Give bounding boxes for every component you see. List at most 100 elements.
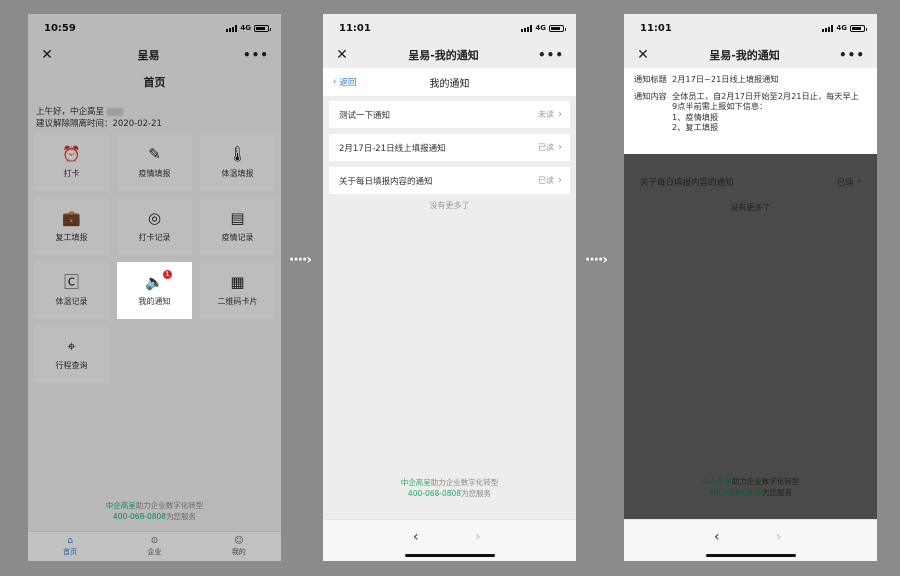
back-arrow-icon[interactable]: ‹ xyxy=(714,529,720,545)
no-more-text: 没有更多了 xyxy=(429,201,470,210)
content-line: 9点半前需上报如下信息： xyxy=(672,101,768,111)
read-status: 未读 xyxy=(538,110,554,119)
tile-label: 二维码卡片 xyxy=(217,297,258,306)
network-label: 4G xyxy=(240,24,251,32)
phone-notification-detail: 11:01 4G ✕ 呈易-我的通知 ••• 通知标题 2月17日~21日线上填… xyxy=(624,14,877,561)
tab-home[interactable]: ⌂ 首页 xyxy=(28,532,112,561)
no-more-text: 没有更多了 xyxy=(730,203,771,212)
hotline: 400-068-0808 xyxy=(112,512,167,521)
tile-epidemic-records[interactable]: ▤ 疫情记录 xyxy=(200,198,275,255)
close-icon[interactable]: ✕ xyxy=(40,47,54,63)
tile-label: 行程查询 xyxy=(55,361,88,370)
tile-temperature-records[interactable]: 🄲 体温记录 xyxy=(34,262,109,319)
tile-label: 体温记录 xyxy=(55,297,88,306)
app-title: 呈易 xyxy=(137,49,160,62)
sub-navigation: ‹ 返回 我的通知 xyxy=(323,68,576,96)
phone-home-screen: 10:59 4G ✕ 呈易 ••• 首页 上午好，中企高呈 建议解除隔离时间：2… xyxy=(28,14,281,561)
greeting-block: 上午好，中企高呈 建议解除隔离时间：2020-02-21 xyxy=(28,96,281,130)
tile-clock-in[interactable]: ⏰ 打卡 xyxy=(34,134,109,191)
enterprise-icon: ⊙ xyxy=(150,536,159,546)
brand-name: 中企高呈 xyxy=(105,501,136,510)
tile-label: 我的通知 xyxy=(138,297,171,306)
footer-brand: 中企高呈助力企业数字化转型 400-068-0808为您服务 xyxy=(624,476,877,498)
network-label: 4G xyxy=(836,24,847,32)
hotline-suffix: 为您服务 xyxy=(166,512,197,521)
content-value: 全体员工，自2月17日开始至2月21日止，每天早上 9点半前需上报如下信息： 1… xyxy=(672,91,867,133)
footer-brand: 中企高呈助力企业数字化转型 400-068-0808为您服务 xyxy=(323,477,576,499)
briefcase-icon: 💼 xyxy=(62,209,81,227)
tile-return-to-work[interactable]: 💼 复工填报 xyxy=(34,198,109,255)
notification-title: 关于每日填报内容的通知 xyxy=(339,176,433,187)
thermometer-icon: 🌡 xyxy=(227,145,248,163)
phone-notification-list: 11:01 4G ✕ 呈易-我的通知 ••• ‹ 返回 我的通知 测试一下通知 未… xyxy=(323,14,576,561)
browser-nav-bar: ‹ › xyxy=(624,519,877,561)
notification-row[interactable]: 关于每日填报内容的通知 已读 › xyxy=(329,167,570,194)
status-bar: 10:59 4G xyxy=(28,14,281,42)
tile-epidemic-report[interactable]: ✎ 疫情填报 xyxy=(117,134,192,191)
back-arrow-icon[interactable]: ‹ xyxy=(413,529,419,545)
battery-icon xyxy=(549,24,566,32)
close-icon[interactable]: ✕ xyxy=(636,47,650,63)
page-title: 首页 xyxy=(143,76,166,89)
more-icon[interactable]: ••• xyxy=(538,48,564,62)
footer-brand: 中企高呈助力企业数字化转型 400-068-0808为您服务 xyxy=(28,500,281,522)
tile-temperature-report[interactable]: 🌡 体温填报 xyxy=(200,134,275,191)
tile-label: 打卡记录 xyxy=(138,233,171,242)
status-bar: 11:01 4G xyxy=(624,14,877,42)
tile-clock-in-records[interactable]: ◎ 打卡记录 xyxy=(117,198,192,255)
forward-arrow-icon[interactable]: › xyxy=(776,529,782,545)
title-value: 2月17日~21日线上填报通知 xyxy=(672,74,779,84)
tile-label: 疫情记录 xyxy=(221,233,254,242)
chevron-right-icon: › xyxy=(558,109,562,120)
tab-enterprise[interactable]: ⊙ 企业 xyxy=(112,532,196,561)
chevron-right-icon: › xyxy=(558,142,562,153)
content-line: 1、疫情填报 xyxy=(672,111,719,122)
blurred-name xyxy=(106,107,123,116)
close-icon[interactable]: ✕ xyxy=(335,47,349,63)
tile-trip-query[interactable]: ⌖ 行程查询 xyxy=(34,326,109,383)
clock: 10:59 xyxy=(44,22,76,34)
more-icon[interactable]: ••• xyxy=(839,48,865,62)
brand-slogan: 助力企业数字化转型 xyxy=(731,477,800,486)
more-icon[interactable]: ••• xyxy=(243,48,269,62)
hotline-suffix: 为您服务 xyxy=(762,488,793,497)
calendar-c-icon: 🄲 xyxy=(63,273,79,291)
tile-label: 复工填报 xyxy=(55,233,88,242)
signal-icon xyxy=(822,24,834,32)
notification-row[interactable]: 测试一下通知 未读 › xyxy=(329,101,570,128)
flow-arrow-icon: ····› xyxy=(585,252,608,268)
hotline: 400-068-0808 xyxy=(708,488,763,497)
status-bar: 11:01 4G xyxy=(323,14,576,42)
tile-label: 体温填报 xyxy=(221,169,254,178)
flow-arrow-icon: ····› xyxy=(289,252,312,268)
speaker-icon: 🔈 1 xyxy=(145,270,172,290)
clock: 11:01 xyxy=(339,22,371,34)
document-icon: ▤ xyxy=(230,209,245,227)
network-label: 4G xyxy=(535,24,546,32)
brand-name: 中企高呈 xyxy=(701,477,732,486)
brand-name: 中企高呈 xyxy=(400,478,431,487)
tile-label: 疫情填报 xyxy=(138,169,171,178)
tile-my-notifications[interactable]: 🔈 1 我的通知 xyxy=(117,262,192,319)
forward-arrow-icon[interactable]: › xyxy=(475,529,481,545)
hotline-suffix: 为您服务 xyxy=(461,489,492,498)
title-bar: ✕ 呈易-我的通知 ••• xyxy=(323,42,576,68)
notification-detail-sheet: 通知标题 2月17日~21日线上填报通知 通知内容 全体员工，自2月17日开始至… xyxy=(624,68,877,154)
notification-title: 测试一下通知 xyxy=(339,110,391,121)
back-button[interactable]: ‹ 返回 xyxy=(333,76,356,88)
content-line: 全体员工，自2月17日开始至2月21日止，每天早上 xyxy=(672,90,859,101)
title-label: 通知标题 xyxy=(634,74,667,84)
tab-mine[interactable]: ☺ 我的 xyxy=(197,532,281,561)
hotline: 400-068-0808 xyxy=(407,489,462,498)
user-icon: ☺ xyxy=(234,536,244,546)
title-bar: ✕ 呈易-我的通知 ••• xyxy=(624,42,877,68)
notification-row[interactable]: 2月17日-21日线上填报通知 已读 › xyxy=(329,134,570,161)
chevron-right-icon: › xyxy=(857,176,861,186)
notification-row: 关于每日填报内容的通知 已读 › xyxy=(630,168,871,196)
tile-label: 打卡 xyxy=(63,169,80,178)
battery-icon xyxy=(850,24,867,32)
location-pin-icon: ⌖ xyxy=(67,337,76,355)
modal-backdrop[interactable]: 关于每日填报内容的通知 已读 › 没有更多了 中企高呈助力企业数字化转型 400-… xyxy=(624,154,877,519)
tile-qr-card[interactable]: ▦ 二维码卡片 xyxy=(200,262,275,319)
greeting-text: 上午好，中企高呈 xyxy=(36,107,105,117)
